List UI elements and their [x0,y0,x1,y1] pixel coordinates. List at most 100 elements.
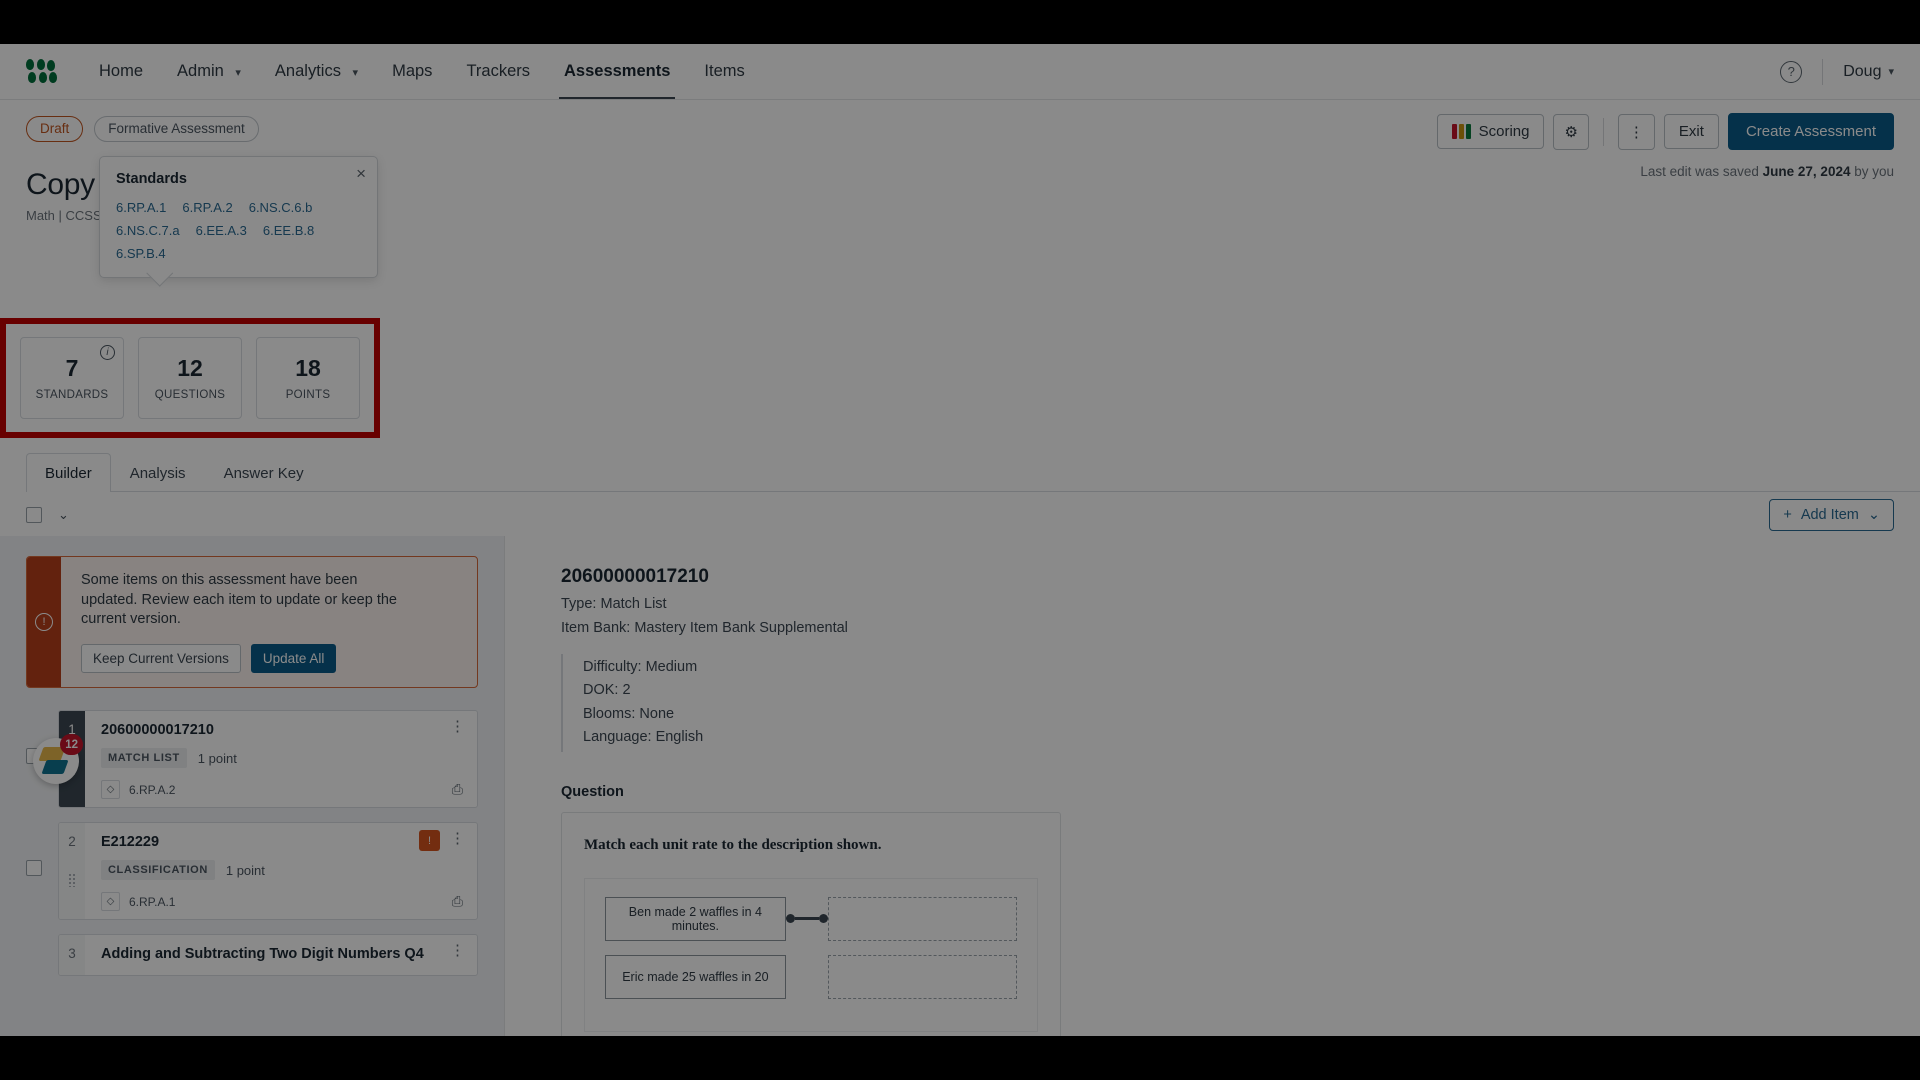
nav-item-items[interactable]: Items [687,45,761,98]
drag-handle-icon[interactable] [68,873,76,888]
item-index: 3 [68,946,76,962]
help-icon[interactable]: ? [1780,60,1803,83]
nav-item-label: Items [704,62,745,80]
standard-link[interactable]: 6.NS.C.6.b [249,200,313,215]
tag-icon: ◇ [101,780,120,800]
app-logo[interactable] [26,58,57,85]
nav-item-label: Home [99,62,144,80]
select-all-checkbox[interactable] [26,507,42,523]
item-kebab-icon[interactable]: ⋮ [450,831,465,846]
tab-label: Analysis [129,465,186,482]
tab-analysis[interactable]: Analysis [111,453,205,492]
nav-item-assessments[interactable]: Assessments [547,45,687,99]
stat-value: 18 [295,355,321,381]
add-item-label: Add Item [1800,507,1859,523]
item-standard: 6.RP.A.2 [129,782,176,797]
scoring-button[interactable]: Scoring [1436,114,1545,149]
divider [1822,58,1824,85]
item-kebab-icon[interactable]: ⋮ [450,719,465,734]
plus-icon: + [1783,507,1792,523]
stat-label: STANDARDS [35,389,109,401]
create-assessment-button[interactable]: Create Assessment [1727,113,1894,150]
item-points: 1 point [197,750,237,766]
match-target-box[interactable] [828,896,1017,941]
detail-item-bank: Item Bank: Mastery Item Bank Supplementa… [561,620,848,636]
list-item: 1 ⋮ 20600000017210 MATCH LIST 1 point ◇ … [26,710,478,809]
chat-diamond-icon [41,760,69,774]
items-list-pane: ! Some items on this assessment have bee… [0,536,505,1036]
nav-item-maps[interactable]: Maps [375,45,449,98]
item-card[interactable]: 2 ! ⋮ E212229 CLASSIFICATION 1 point ◇ 6… [58,822,478,921]
settings-gear-button[interactable]: ⚙ [1553,113,1589,150]
item-type-tag: MATCH LIST [101,748,187,769]
chevron-down-icon[interactable]: ⌄ [58,507,69,523]
item-gutter: 3 [59,935,85,976]
divider [1602,117,1604,146]
item-main: ! ⋮ E212229 CLASSIFICATION 1 point ◇ 6.R… [85,823,477,919]
item-title: E212229 [101,834,160,851]
nav-item-label: Trackers [466,62,530,80]
kebab-icon: ⋮ [1628,123,1644,141]
update-all-button[interactable]: Update All [250,644,337,674]
item-card[interactable]: 1 ⋮ 20600000017210 MATCH LIST 1 point ◇ … [58,710,478,809]
keep-current-versions-button[interactable]: Keep Current Versions [81,644,241,674]
detail-difficulty: Difficulty: Medium [583,659,698,675]
nav-item-label: Admin [177,62,224,80]
more-options-button[interactable]: ⋮ [1617,113,1655,150]
tab-builder[interactable]: Builder [26,453,111,492]
match-source-box[interactable]: Eric made 25 waffles in 20 [605,954,786,999]
alert-icon: ! [35,613,53,632]
standard-link[interactable]: 6.SP.B.4 [116,246,166,261]
connector-dot-icon [785,914,795,924]
question-preview-card: Match each unit rate to the description … [561,811,1061,1036]
print-icon[interactable]: ⎙ [452,781,463,798]
item-update-available-icon[interactable]: ! [419,830,440,852]
standard-link[interactable]: 6.EE.A.3 [196,223,247,238]
detail-dok: DOK: 2 [583,682,631,699]
standard-link[interactable]: 6.RP.A.1 [116,200,166,215]
item-detail-pane: 20600000017210 Type: Match List Item Ban… [505,536,1920,1036]
add-item-button[interactable]: + Add Item ⌄ [1769,499,1894,531]
chevron-down-icon: ▾ [235,67,241,79]
stat-card-standards[interactable]: i 7 STANDARDS [20,337,124,419]
standard-link[interactable]: 6.EE.B.8 [263,223,314,238]
stat-card-points[interactable]: 18 POINTS [256,337,360,419]
last-edit-suffix: by you [1850,164,1894,179]
exit-button[interactable]: Exit [1663,114,1719,149]
user-menu-label: Doug [1843,62,1882,80]
last-edit-prefix: Last edit was saved [1640,164,1763,179]
chat-unread-badge: 12 [60,734,83,755]
assessment-stats-region: i 7 STANDARDS 12 QUESTIONS 18 POINTS [0,318,380,438]
stat-value: 7 [65,355,79,381]
tab-answer-key[interactable]: Answer Key [205,453,323,492]
standard-link[interactable]: 6.RP.A.2 [182,200,232,215]
stat-value: 12 [177,355,203,381]
scoring-bars-icon [1451,124,1471,139]
standards-list: 6.RP.A.1 6.RP.A.2 6.NS.C.6.b 6.NS.C.7.a … [116,200,361,261]
detail-type: Type: Match List [561,596,667,612]
item-checkbox[interactable] [26,860,42,877]
nav-item-trackers[interactable]: Trackers [449,45,547,98]
nav-item-label: Analytics [274,62,341,80]
item-standard: 6.RP.A.1 [129,894,176,909]
nav-item-admin[interactable]: Admin ▾ [160,45,258,98]
scoring-label: Scoring [1478,123,1530,140]
match-target-box[interactable] [828,954,1017,999]
user-menu[interactable]: Doug ▾ [1843,63,1894,81]
info-icon[interactable]: i [100,345,115,360]
standard-link[interactable]: 6.NS.C.7.a [116,223,180,238]
assessment-type-badge: Formative Assessment [94,116,259,142]
match-source-box[interactable]: Ben made 2 waffles in 4 minutes. [605,896,786,941]
print-icon[interactable]: ⎙ [452,893,463,910]
nav-item-analytics[interactable]: Analytics ▾ [258,45,375,98]
stat-card-questions[interactable]: 12 QUESTIONS [138,337,242,419]
close-icon[interactable]: × [356,165,366,182]
item-card[interactable]: 3 ⋮ Adding and Subtracting Two Digit Num… [58,934,478,977]
stat-label: POINTS [285,389,331,401]
item-kebab-icon[interactable]: ⋮ [450,943,465,958]
nav-item-home[interactable]: Home [82,45,160,98]
gear-icon: ⚙ [1564,123,1578,141]
chat-support-button[interactable]: 12 [33,734,83,784]
create-assessment-label: Create Assessment [1745,123,1876,140]
chevron-down-icon: ▾ [1888,66,1894,78]
